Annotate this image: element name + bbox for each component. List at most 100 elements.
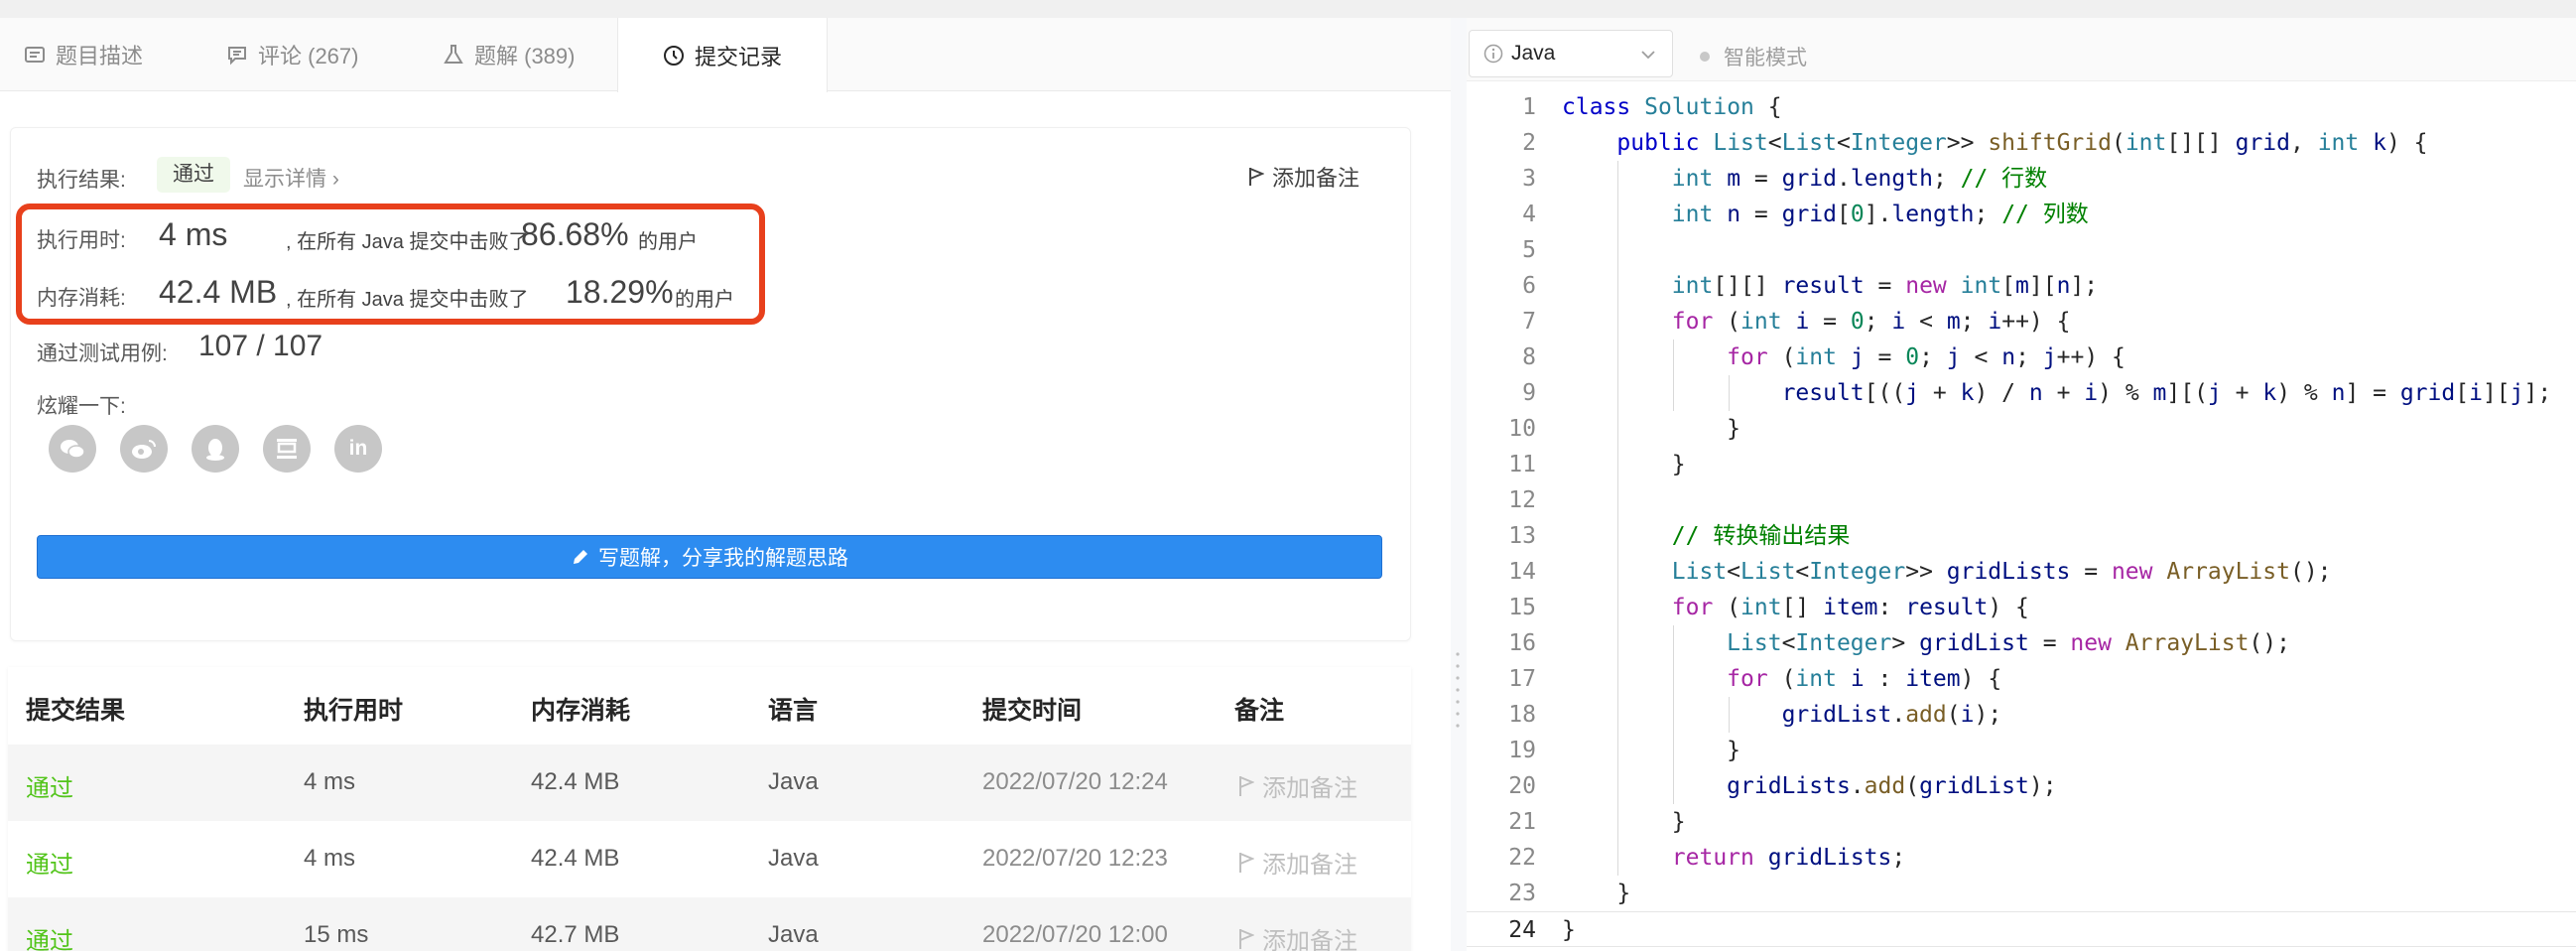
line-number: 7: [1522, 309, 1536, 335]
row-add-note-button[interactable]: 添加备注: [1238, 845, 1357, 880]
editor-toolbar: Java 智能模式: [1467, 18, 2576, 81]
code-line: 19 }: [1467, 733, 2576, 768]
line-number: 22: [1508, 845, 1536, 871]
note-label: 添加备注: [1262, 928, 1357, 951]
code-line: 12: [1467, 482, 2576, 518]
weibo-icon[interactable]: [120, 425, 168, 473]
line-number: 2: [1522, 130, 1536, 156]
flag-icon: [1239, 775, 1254, 796]
line-number: 17: [1508, 666, 1536, 692]
code-line: 3 int m = grid.length; // 行数: [1467, 161, 2576, 197]
tab-description[interactable]: 题目描述: [24, 18, 143, 91]
code-line: 2 public List<List<Integer>> shiftGrid(i…: [1467, 125, 2576, 161]
row-time: 2022/07/20 12:00: [982, 921, 1168, 948]
tab-comments[interactable]: 评论 (267): [226, 18, 358, 91]
row-status[interactable]: 通过: [26, 845, 73, 880]
row-status[interactable]: 通过: [26, 921, 73, 951]
submissions-table: 提交结果 执行用时 内存消耗 语言 提交时间 备注 通过 4 ms 42.4 M…: [8, 667, 1411, 951]
code-line-current: 24}: [1467, 911, 2576, 947]
flag-icon: [1239, 852, 1254, 873]
code-line: 5: [1467, 232, 2576, 268]
result-label: 执行结果:: [37, 169, 126, 192]
line-number: 19: [1508, 738, 1536, 763]
line-number: 21: [1508, 809, 1536, 835]
douban-icon[interactable]: [263, 425, 311, 473]
runtime-text: , 在所有 Java 提交中击败了: [286, 231, 529, 253]
line-number: 5: [1522, 237, 1536, 263]
line-number: 3: [1522, 166, 1536, 192]
row-runtime: 4 ms: [304, 768, 356, 795]
code-line: 18 gridList.add(i);: [1467, 697, 2576, 733]
runtime-label: 执行用时:: [37, 229, 126, 252]
code-line: 10 }: [1467, 411, 2576, 447]
drag-handle-icon[interactable]: [1456, 650, 1460, 730]
row-status[interactable]: 通过: [26, 768, 73, 803]
chevron-down-icon: [1641, 51, 1655, 60]
line-number: 13: [1508, 523, 1536, 549]
comment-icon: [226, 44, 248, 66]
runtime-percent: 86.68%: [521, 216, 629, 252]
indent-guide: [1673, 340, 1674, 411]
line-number: 4: [1522, 202, 1536, 227]
memory-value: 42.4 MB: [159, 274, 278, 310]
row-memory: 42.4 MB: [531, 845, 620, 872]
line-number: 24: [1508, 917, 1536, 943]
code-line: 20 gridLists.add(gridList);: [1467, 768, 2576, 804]
line-number: 10: [1508, 416, 1536, 442]
memory-suffix: 的用户: [675, 289, 734, 311]
code-line: 8 for (int j = 0; j < n; j++) {: [1467, 340, 2576, 375]
header-language: 语言: [768, 697, 819, 725]
qq-icon[interactable]: [192, 425, 239, 473]
language-select-value: Java: [1511, 42, 1556, 65]
description-icon: [24, 44, 46, 66]
status-dot-icon: [1700, 52, 1710, 62]
add-note-button[interactable]: 添加备注: [1248, 161, 1359, 193]
flask-icon: [443, 44, 464, 66]
row-runtime: 4 ms: [304, 845, 356, 872]
linkedin-icon[interactable]: in: [334, 425, 382, 473]
code-line: 6 int[][] result = new int[m][n];: [1467, 268, 2576, 304]
tab-submissions[interactable]: 提交记录: [617, 18, 828, 92]
row-memory: 42.7 MB: [531, 921, 620, 948]
code-line: 17 for (int i : item) {: [1467, 661, 2576, 697]
runtime-suffix: 的用户: [638, 231, 698, 253]
status-badge: 通过: [157, 157, 230, 193]
line-number: 11: [1508, 452, 1536, 477]
write-solution-button[interactable]: 写题解，分享我的解题思路: [37, 535, 1382, 579]
smart-mode-toggle[interactable]: 智能模式: [1700, 42, 1807, 71]
line-number: 12: [1508, 487, 1536, 513]
note-label: 添加备注: [1262, 775, 1357, 802]
wechat-icon[interactable]: [49, 425, 96, 473]
clock-icon: [663, 45, 685, 67]
code-line: 4 int n = grid[0].length; // 列数: [1467, 197, 2576, 232]
line-number: 16: [1508, 630, 1536, 656]
code-line: 22 return gridLists;: [1467, 840, 2576, 876]
row-time: 2022/07/20 12:24: [982, 768, 1168, 795]
header-status: 提交结果: [26, 697, 126, 725]
note-label: 添加备注: [1262, 852, 1357, 879]
show-details-link[interactable]: 显示详情 ›: [243, 163, 339, 193]
code-line: 11 }: [1467, 447, 2576, 482]
row-add-note-button[interactable]: 添加备注: [1238, 921, 1357, 951]
editor-pane: Java 智能模式 1 class Solution { 2 public Lis…: [1467, 18, 2576, 951]
pane-splitter[interactable]: [1451, 18, 1467, 951]
tab-bar: 题目描述 评论 (267) 题解 (389) 提交记录: [0, 18, 1451, 92]
indent-guide: [1729, 375, 1730, 411]
header-runtime: 执行用时: [304, 697, 404, 725]
language-select[interactable]: Java: [1469, 30, 1673, 77]
tests-value: 107 / 107: [198, 330, 323, 362]
top-strip: [0, 0, 2576, 18]
flag-icon: [1248, 167, 1265, 187]
memory-text: , 在所有 Java 提交中击败了: [286, 289, 529, 311]
table-row[interactable]: 通过 15 ms 42.7 MB Java 2022/07/20 12:00 添…: [8, 897, 1411, 951]
code-line: 15 for (int[] item: result) {: [1467, 590, 2576, 625]
row-add-note-button[interactable]: 添加备注: [1238, 768, 1357, 803]
table-row[interactable]: 通过 4 ms 42.4 MB Java 2022/07/20 12:23 添加…: [8, 821, 1411, 897]
tests-label: 通过测试用例:: [37, 342, 168, 365]
tab-solutions[interactable]: 题解 (389): [443, 18, 575, 91]
code-editor[interactable]: 1 class Solution { 2 public List<List<Int…: [1467, 89, 2576, 951]
code-line: 16 List<Integer> gridList = new ArrayLis…: [1467, 625, 2576, 661]
code-line: 1 class Solution {: [1467, 89, 2576, 125]
table-row[interactable]: 通过 4 ms 42.4 MB Java 2022/07/20 12:24 添加…: [8, 745, 1411, 821]
smart-mode-label: 智能模式: [1724, 47, 1807, 69]
